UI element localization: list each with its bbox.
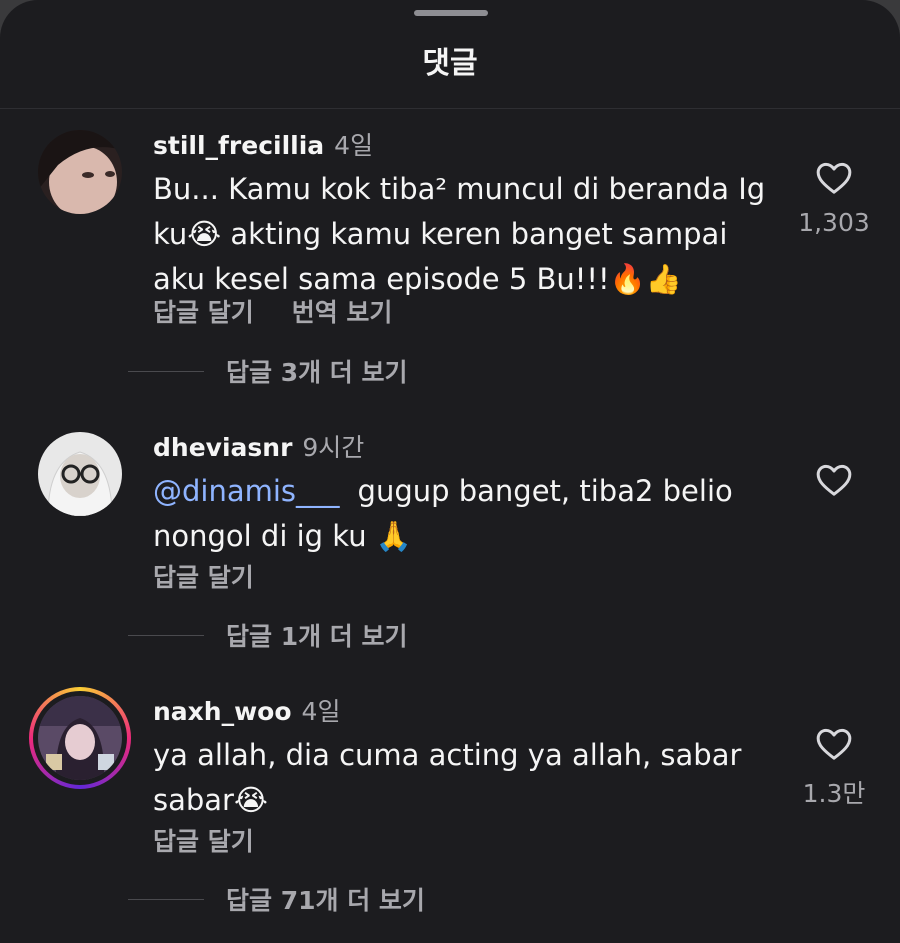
replies-line [128,898,204,900]
comment-text: Bu... Kamu kok tiba² muncul di beranda I… [153,167,783,302]
reply-button[interactable]: 답글 달기 [153,827,254,856]
like-count: 1,303 [798,208,870,237]
translate-button[interactable]: 번역 보기 [292,298,393,327]
view-more-replies[interactable]: 답글 3개 더 보기 [128,356,408,387]
comment-line: ku😭 akting kamu keren banget sampai [153,217,728,251]
comment-time: 9시간 [302,433,365,462]
username[interactable]: dheviasnr [153,433,292,462]
comment-actions: 답글 달기 [153,822,292,858]
replies-line [128,634,204,636]
mention-link[interactable]: @dinamis___ [153,474,340,508]
view-more-replies-label: 답글 71개 더 보기 [226,886,425,915]
comment-text: ya allah, dia cuma acting ya allah, saba… [153,733,783,823]
view-more-replies[interactable]: 답글 1개 더 보기 [128,620,408,651]
view-more-replies-label: 답글 1개 더 보기 [226,622,408,651]
username[interactable]: naxh_woo [153,697,292,726]
like-count: 1.3만 [802,779,866,808]
comments-sheet: 댓글 still_frecillia 4일 Bu... Kamu kok tiba… [0,0,900,943]
comment-line: gugup banget, tiba2 belio [357,474,733,508]
avatar[interactable] [38,130,122,214]
comment-text: @dinamis___ gugup banget, tiba2 belio non… [153,469,783,559]
comment-time: 4일 [334,131,374,160]
view-more-replies[interactable]: 답글 71개 더 보기 [128,884,425,915]
comment-line: nongol di ig ku 🙏 [153,519,412,553]
avatar[interactable] [38,432,122,516]
comment-time: 4일 [301,697,341,726]
comment-line: sabar😭 [153,783,268,817]
avatar[interactable] [38,696,122,780]
heart-outline-icon[interactable] [814,158,854,198]
comment-meta: still_frecillia 4일 [153,126,373,162]
comment-line: ya allah, dia cuma acting ya allah, saba… [153,738,742,772]
comment-line: Bu... Kamu kok tiba² muncul di beranda I… [153,172,766,206]
view-more-replies-label: 답글 3개 더 보기 [226,358,408,387]
comment-meta: dheviasnr 9시간 [153,428,364,464]
header-divider [0,108,900,109]
drag-handle[interactable] [414,10,488,16]
comment-meta: naxh_woo 4일 [153,692,340,728]
reply-button[interactable]: 답글 달기 [153,563,254,592]
comment-actions: 답글 달기 번역 보기 [153,293,430,329]
username[interactable]: still_frecillia [153,131,324,160]
sheet-title: 댓글 [422,46,478,81]
reply-button[interactable]: 답글 달기 [153,298,254,327]
replies-line [128,370,204,372]
comment-actions: 답글 달기 [153,558,292,594]
heart-outline-icon[interactable] [814,460,854,500]
heart-outline-icon[interactable] [814,724,854,764]
